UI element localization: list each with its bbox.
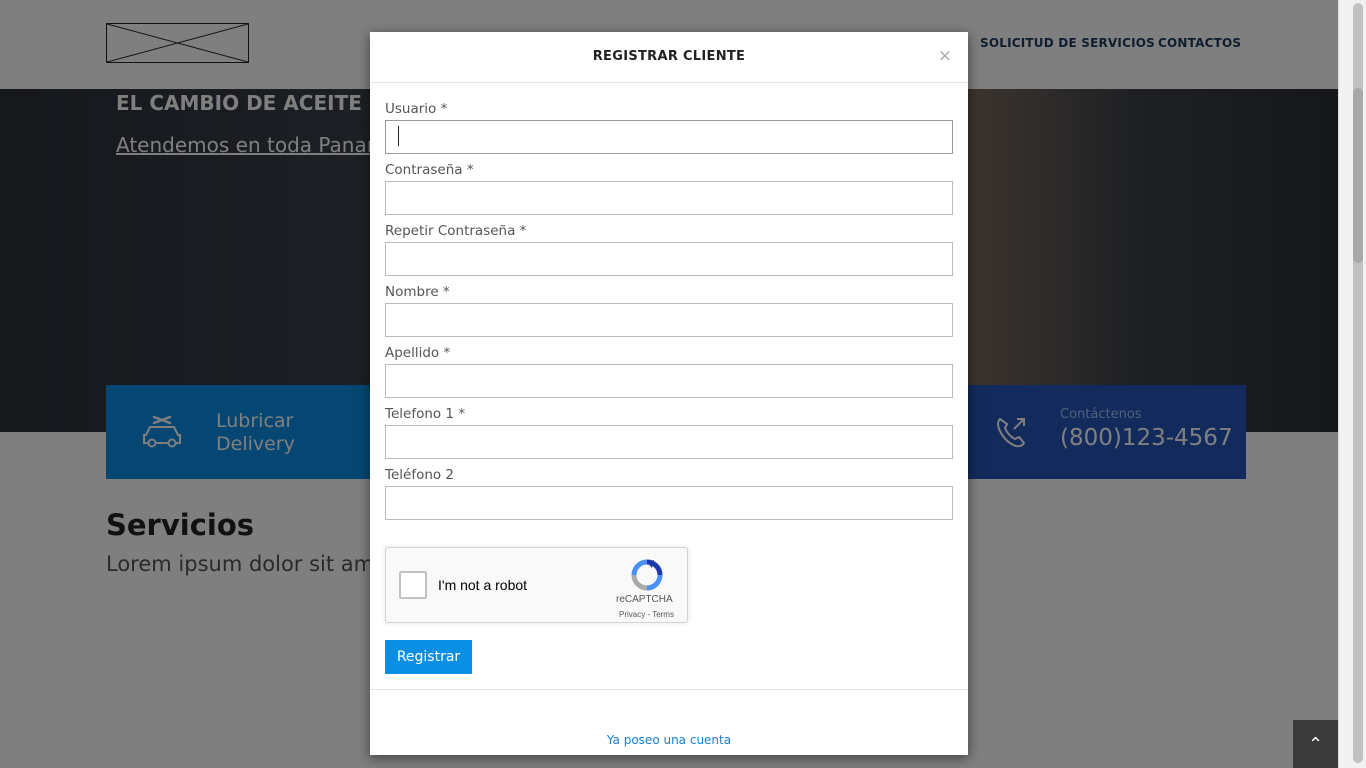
field-contrasena: Contraseña * [385, 161, 953, 222]
field-telefono-1: Telefono 1 * [385, 405, 953, 466]
register-client-modal: REGISTRAR CLIENTE × Usuario * Contraseña… [370, 32, 968, 755]
modal-title: REGISTRAR CLIENTE [592, 49, 746, 64]
field-nombre: Nombre * [385, 283, 953, 344]
field-telefono-2: Teléfono 2 [385, 466, 953, 527]
recaptcha-brand: reCAPTCHA [616, 594, 673, 605]
apellido-label: Apellido * [385, 345, 451, 361]
scrollbar-thumb[interactable] [1353, 88, 1363, 263]
telefono-2-input[interactable] [385, 486, 953, 520]
contrasena-input[interactable] [385, 181, 953, 215]
recaptcha-icon [631, 559, 663, 591]
usuario-input[interactable] [385, 120, 953, 154]
register-form: Usuario * Contraseña * Repetir Contraseñ… [385, 100, 953, 527]
field-apellido: Apellido * [385, 344, 953, 405]
login-link[interactable]: Ya poseo una cuenta [370, 733, 968, 747]
telefono-1-input[interactable] [385, 425, 953, 459]
telefono-1-label: Telefono 1 * [385, 406, 466, 422]
text-cursor [398, 126, 399, 146]
close-icon[interactable]: × [938, 46, 952, 66]
recaptcha-checkbox[interactable] [399, 571, 427, 599]
chevron-up-icon: ⌃ [1307, 734, 1324, 755]
modal-footer-divider [370, 689, 968, 690]
field-usuario: Usuario * [385, 100, 953, 161]
usuario-label: Usuario * [385, 101, 448, 117]
recaptcha-widget: I'm not a robot reCAPTCHA Privacy - Term… [385, 547, 688, 623]
repetir-contrasena-input[interactable] [385, 242, 953, 276]
apellido-input[interactable] [385, 364, 953, 398]
nombre-input[interactable] [385, 303, 953, 337]
modal-header: REGISTRAR CLIENTE × [370, 32, 968, 83]
scroll-to-top-button[interactable]: ⌃ [1293, 720, 1338, 768]
nombre-label: Nombre * [385, 284, 450, 300]
telefono-2-label: Teléfono 2 [385, 467, 455, 483]
field-repetir-contrasena: Repetir Contraseña * [385, 222, 953, 283]
recaptcha-label: I'm not a robot [438, 577, 528, 593]
registrar-button[interactable]: Registrar [385, 640, 472, 674]
contrasena-label: Contraseña * [385, 162, 474, 178]
recaptcha-privacy-terms[interactable]: Privacy - Terms [619, 610, 674, 619]
repetir-contrasena-label: Repetir Contraseña * [385, 223, 527, 239]
